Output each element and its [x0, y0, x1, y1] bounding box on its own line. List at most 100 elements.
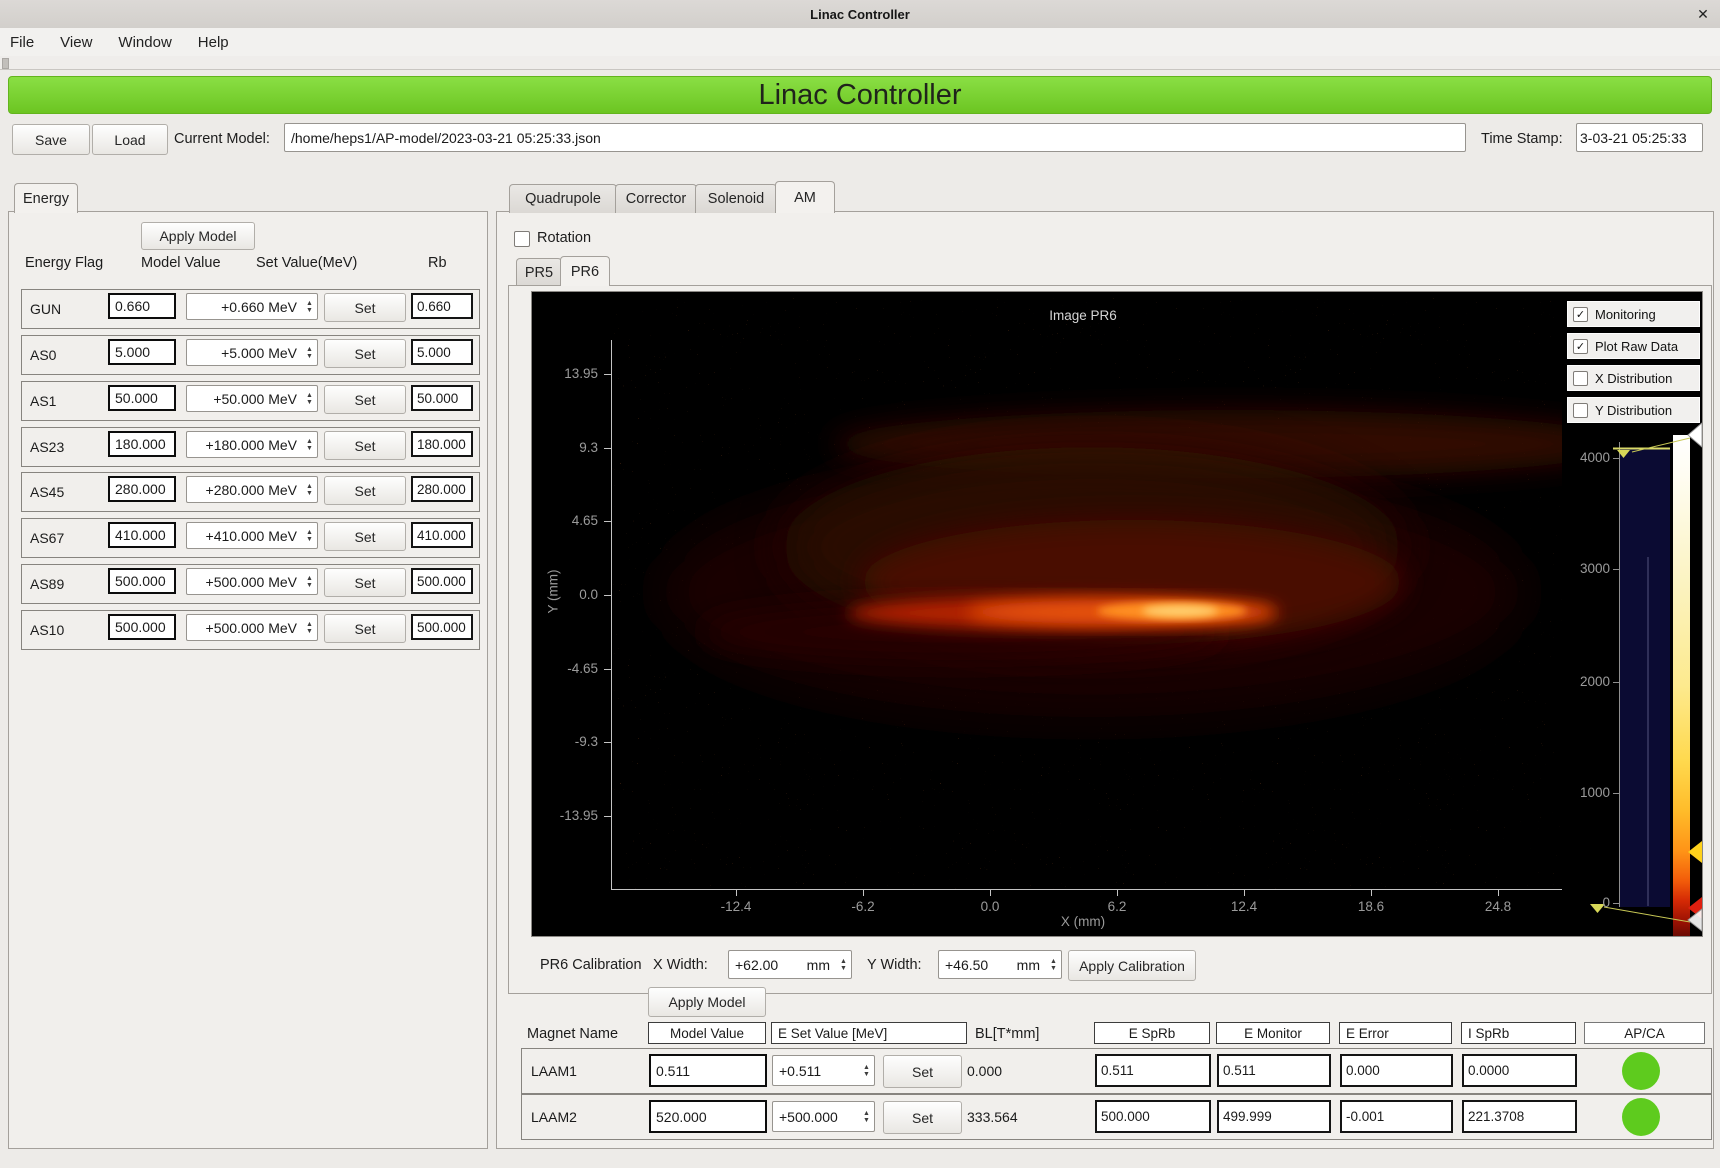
- energy-set-value[interactable]: +50.000: [213, 391, 264, 407]
- x-width-spinbox[interactable]: +62.00 mm: [728, 950, 852, 979]
- energy-model-input[interactable]: 280.000: [108, 476, 176, 502]
- x-tick: 18.6: [1336, 899, 1406, 914]
- energy-set-spinbox[interactable]: +280.000 MeV: [186, 476, 318, 503]
- energy-model-input[interactable]: 180.000: [108, 431, 176, 457]
- magnet-set-value[interactable]: +0.511: [773, 1063, 859, 1079]
- tab-corrector[interactable]: Corrector: [615, 184, 697, 213]
- spinner-arrows-icon[interactable]: [302, 621, 317, 635]
- save-button[interactable]: Save: [12, 124, 90, 155]
- energy-set-value[interactable]: +410.000: [206, 528, 265, 544]
- energy-set-value[interactable]: +5.000: [221, 345, 264, 361]
- energy-set-button[interactable]: Set: [324, 339, 406, 368]
- energy-model-input[interactable]: 500.000: [108, 614, 176, 640]
- y-tick: -9.3: [538, 734, 598, 749]
- menu-view[interactable]: View: [60, 34, 92, 51]
- energy-set-button[interactable]: Set: [324, 568, 406, 597]
- x-tick: -12.4: [701, 899, 771, 914]
- energy-set-value[interactable]: +180.000: [206, 437, 265, 453]
- energy-set-button[interactable]: Set: [324, 431, 406, 460]
- y-width-spinbox[interactable]: +46.50 mm: [938, 950, 1062, 979]
- x-distribution-checkbox-row[interactable]: X Distribution: [1567, 365, 1700, 391]
- energy-flag: AS23: [30, 428, 64, 466]
- tab-am[interactable]: AM: [775, 181, 835, 213]
- menu-help[interactable]: Help: [198, 34, 229, 51]
- monitoring-checkbox[interactable]: ✓: [1573, 307, 1588, 322]
- energy-model-input[interactable]: 410.000: [108, 522, 176, 548]
- energy-model-input[interactable]: 500.000: [108, 568, 176, 594]
- energy-row: AS45 280.000 +280.000 MeV Set 280.000: [21, 472, 480, 512]
- y-width-value[interactable]: +46.50: [939, 957, 1017, 973]
- image-pr6-canvas[interactable]: Image PR6 Y (mm) X (mm) 13.95 9.3 4.65 0…: [531, 291, 1703, 937]
- energy-set-spinbox[interactable]: +50.000 MeV: [186, 385, 318, 412]
- rotation-checkbox[interactable]: [514, 231, 530, 247]
- tab-pr5[interactable]: PR5: [516, 258, 562, 286]
- energy-set-spinbox[interactable]: +5.000 MeV: [186, 339, 318, 366]
- monitoring-checkbox-row[interactable]: ✓ Monitoring: [1567, 301, 1700, 327]
- tab-energy[interactable]: Energy: [14, 183, 78, 213]
- energy-set-spinbox[interactable]: +500.000 MeV: [186, 614, 318, 641]
- col-apca: AP/CA: [1584, 1022, 1705, 1044]
- current-model-input[interactable]: /home/heps1/AP-model/2023-03-21 05:25:33…: [284, 123, 1466, 152]
- apply-calibration-button[interactable]: Apply Calibration: [1068, 950, 1196, 981]
- energy-set-unit: MeV: [268, 391, 297, 407]
- spinner-arrows-icon[interactable]: [302, 438, 317, 452]
- magnet-set-button[interactable]: Set: [883, 1101, 962, 1134]
- magnet-set-spinbox[interactable]: +500.000: [772, 1101, 875, 1132]
- spinner-arrows-icon[interactable]: [302, 300, 317, 314]
- menu-file[interactable]: File: [10, 34, 34, 51]
- energy-set-value[interactable]: +500.000: [206, 620, 265, 636]
- spinner-arrows-icon[interactable]: [859, 1064, 874, 1078]
- magnet-set-value[interactable]: +500.000: [773, 1109, 859, 1125]
- tab-quadrupole[interactable]: Quadrupole: [509, 184, 617, 213]
- colorbar-gradient: [1673, 435, 1690, 936]
- magnet-apply-model-button[interactable]: Apply Model: [648, 987, 766, 1017]
- plot-raw-data-checkbox-row[interactable]: ✓ Plot Raw Data: [1567, 333, 1700, 359]
- x-tick: 12.4: [1209, 899, 1279, 914]
- energy-set-spinbox[interactable]: +500.000 MeV: [186, 568, 318, 595]
- x-distribution-checkbox[interactable]: [1573, 371, 1588, 386]
- i-sprb-readback: 0.0000: [1462, 1054, 1577, 1087]
- energy-set-button[interactable]: Set: [324, 385, 406, 414]
- x-width-value[interactable]: +62.00: [729, 957, 807, 973]
- energy-set-spinbox[interactable]: +180.000 MeV: [186, 431, 318, 458]
- menu-window[interactable]: Window: [118, 34, 171, 51]
- spinner-arrows-icon[interactable]: [302, 392, 317, 406]
- tab-solenoid[interactable]: Solenoid: [695, 184, 777, 213]
- energy-model-input[interactable]: 5.000: [108, 339, 176, 365]
- energy-apply-model-button[interactable]: Apply Model: [141, 222, 255, 250]
- e-monitor-readback: 0.511: [1217, 1054, 1331, 1087]
- energy-model-input[interactable]: 0.660: [108, 293, 176, 319]
- pr6-calibration-label: PR6 Calibration: [540, 950, 642, 979]
- energy-set-unit: MeV: [268, 620, 297, 636]
- y-distribution-checkbox-row[interactable]: Y Distribution: [1567, 397, 1700, 423]
- magnet-set-spinbox[interactable]: +0.511: [772, 1055, 875, 1086]
- spinner-arrows-icon[interactable]: [302, 346, 317, 360]
- spinner-arrows-icon[interactable]: [859, 1110, 874, 1124]
- spinner-arrows-icon[interactable]: [836, 958, 851, 972]
- tab-pr6[interactable]: PR6: [560, 256, 610, 286]
- energy-set-value[interactable]: +500.000: [206, 574, 265, 590]
- spinner-arrows-icon[interactable]: [302, 483, 317, 497]
- energy-set-button[interactable]: Set: [324, 522, 406, 551]
- plot-raw-data-checkbox[interactable]: ✓: [1573, 339, 1588, 354]
- load-button[interactable]: Load: [92, 124, 168, 155]
- y-distribution-checkbox[interactable]: [1573, 403, 1588, 418]
- time-stamp-input[interactable]: 3-03-21 05:25:33: [1576, 123, 1703, 152]
- energy-set-value[interactable]: +0.660: [221, 299, 264, 315]
- spinner-arrows-icon[interactable]: [1046, 958, 1061, 972]
- close-icon[interactable]: ✕: [1694, 5, 1712, 23]
- energy-set-button[interactable]: Set: [324, 476, 406, 505]
- magnet-model-input[interactable]: 0.511: [649, 1054, 767, 1087]
- energy-set-value[interactable]: +280.000: [206, 482, 265, 498]
- magnet-model-input[interactable]: 520.000: [649, 1100, 767, 1133]
- energy-model-input[interactable]: 50.000: [108, 385, 176, 411]
- energy-set-spinbox[interactable]: +410.000 MeV: [186, 522, 318, 549]
- spinner-arrows-icon[interactable]: [302, 575, 317, 589]
- energy-set-button[interactable]: Set: [324, 614, 406, 643]
- energy-set-spinbox[interactable]: +0.660 MeV: [186, 293, 318, 320]
- spinner-arrows-icon[interactable]: [302, 529, 317, 543]
- energy-flag: AS0: [30, 336, 56, 374]
- energy-set-unit: MeV: [268, 345, 297, 361]
- energy-set-button[interactable]: Set: [324, 293, 406, 322]
- magnet-set-button[interactable]: Set: [883, 1055, 962, 1088]
